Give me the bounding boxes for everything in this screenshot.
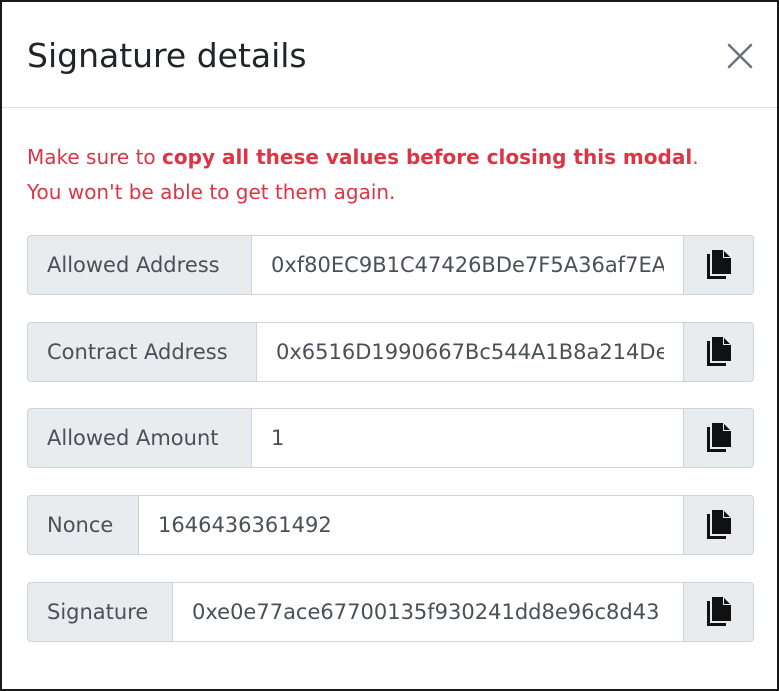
field-value-input[interactable]: 0xe0e77ace67700135f930241dd8e96c8d43: [172, 582, 684, 642]
field-value-text: 1: [271, 426, 285, 450]
copy-button[interactable]: [684, 235, 754, 295]
field-value-input[interactable]: 0xf80EC9B1C47426BDe7F5A36af7EA: [251, 235, 684, 295]
warning-message: Make sure to copy all these values befor…: [27, 140, 767, 210]
field-contract-address: Contract Address 0x6516D1990667Bc544A1B8…: [27, 322, 754, 382]
modal-header: Signature details: [2, 2, 777, 108]
signature-details-modal: Signature details Make sure to copy all …: [0, 0, 779, 691]
field-value-text: 0xe0e77ace67700135f930241dd8e96c8d43: [192, 600, 660, 624]
warning-emphasis: copy all these values before closing thi…: [162, 145, 693, 169]
field-value-text: 0xf80EC9B1C47426BDe7F5A36af7EA: [271, 253, 664, 277]
field-value-input[interactable]: 1: [251, 408, 684, 468]
close-button[interactable]: [722, 38, 758, 74]
copy-icon: [706, 423, 731, 452]
copy-icon: [706, 597, 731, 626]
field-label: Contract Address: [27, 322, 256, 382]
copy-button[interactable]: [684, 322, 754, 382]
field-value-input[interactable]: 0x6516D1990667Bc544A1B8a214De: [256, 322, 684, 382]
copy-icon: [706, 337, 731, 366]
field-label: Signature: [27, 582, 172, 642]
copy-icon: [706, 250, 731, 279]
field-allowed-address: Allowed Address 0xf80EC9B1C47426BDe7F5A3…: [27, 235, 754, 295]
warning-prefix: Make sure to: [27, 145, 163, 169]
field-allowed-amount: Allowed Amount 1: [27, 408, 754, 468]
copy-button[interactable]: [684, 495, 754, 555]
copy-icon: [706, 510, 731, 539]
warning-suffix: .: [692, 145, 699, 169]
modal-title: Signature details: [27, 36, 307, 75]
warning-line2: You won't be able to get them again.: [27, 180, 396, 204]
field-label: Nonce: [27, 495, 138, 555]
close-icon: [727, 43, 753, 69]
field-label: Allowed Address: [27, 235, 251, 295]
field-signature: Signature 0xe0e77ace67700135f930241dd8e9…: [27, 582, 754, 642]
field-value-text: 1646436361492: [158, 513, 332, 537]
field-value-input[interactable]: 1646436361492: [138, 495, 684, 555]
field-value-text: 0x6516D1990667Bc544A1B8a214De: [276, 340, 664, 364]
field-label: Allowed Amount: [27, 408, 251, 468]
copy-button[interactable]: [684, 582, 754, 642]
field-nonce: Nonce 1646436361492: [27, 495, 754, 555]
copy-button[interactable]: [684, 408, 754, 468]
